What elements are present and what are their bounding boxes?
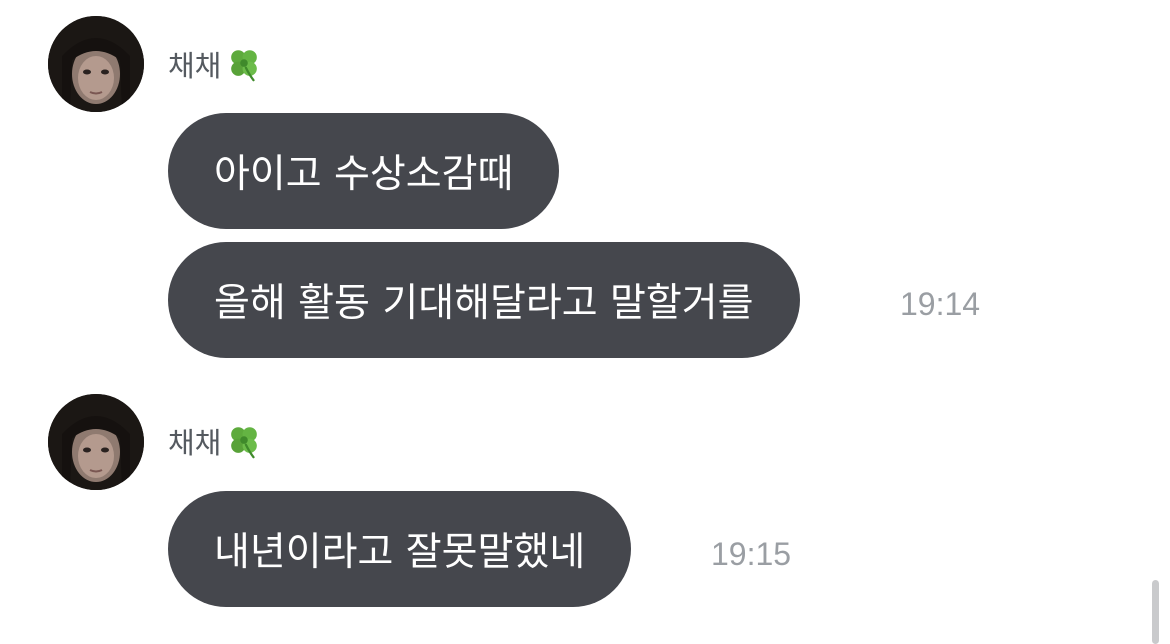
sender-name: 채채 <box>168 44 263 84</box>
four-leaf-clover-icon <box>225 422 263 460</box>
message-timestamp: 19:15 <box>711 536 792 572</box>
avatar[interactable] <box>48 394 144 490</box>
sender-name-text: 채채 <box>168 49 222 83</box>
message-bubble[interactable]: 아이고 수상소감때 <box>168 113 560 229</box>
avatar[interactable] <box>48 16 144 112</box>
message-bubble[interactable]: 내년이라고 잘못말했네 <box>168 491 632 607</box>
four-leaf-clover-icon <box>225 45 263 83</box>
scrollbar[interactable] <box>1152 580 1159 644</box>
message-text: 아이고 수상소감때 <box>214 152 514 197</box>
message-bubble[interactable]: 올해 활동 기대해달라고 말할거를 <box>168 242 800 358</box>
profile-photo <box>48 16 144 112</box>
message-text: 내년이라고 잘못말했네 <box>214 530 586 575</box>
sender-name-text: 채채 <box>168 426 222 460</box>
profile-photo <box>48 394 144 490</box>
message-timestamp: 19:14 <box>900 286 981 322</box>
sender-name: 채채 <box>168 421 263 461</box>
chat-view: 채채 아이고 수상소감때 올해 활동 기대해달라고 말할거를 19:14 채채 … <box>0 0 1170 644</box>
message-text: 올해 활동 기대해달라고 말할거를 <box>214 281 754 326</box>
